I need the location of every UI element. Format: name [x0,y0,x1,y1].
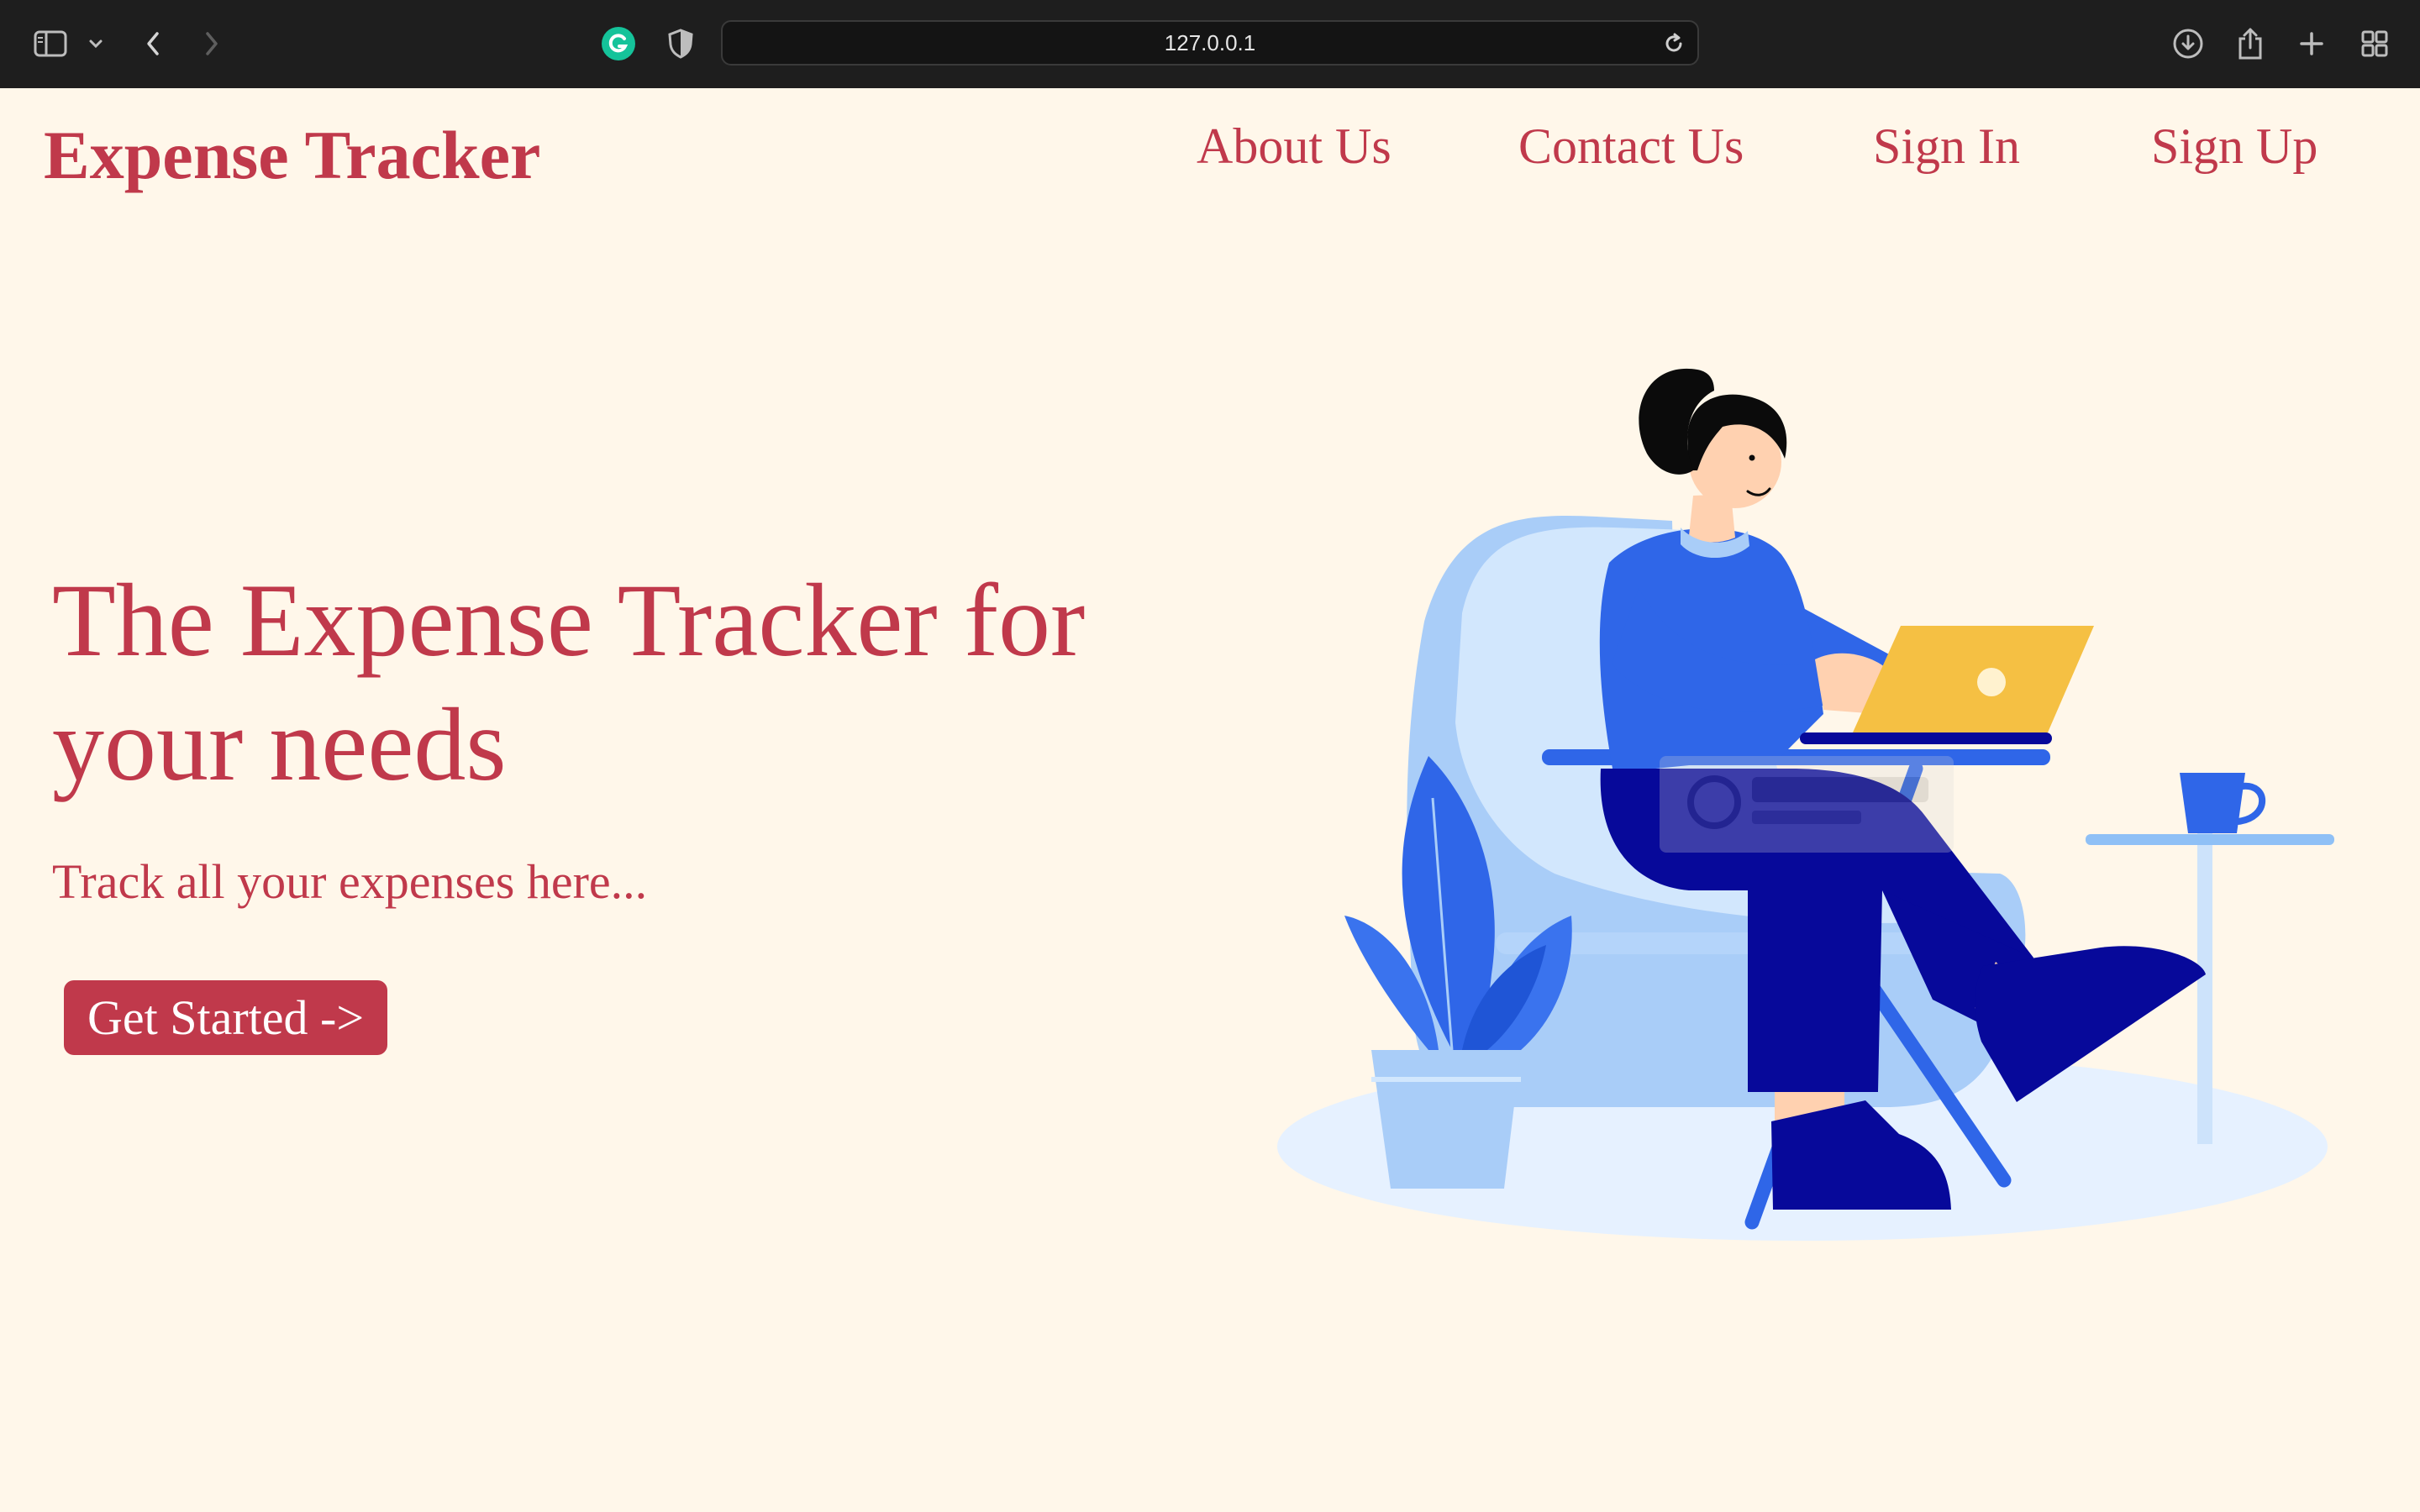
share-icon[interactable] [2227,20,2274,67]
nav-about-us[interactable]: About Us [1197,118,1392,176]
woman-with-laptop-illustration [1277,368,2334,1241]
address-bar[interactable]: 127.0.0.1 [721,20,1699,66]
sidebar-icon[interactable] [27,20,74,67]
new-tab-icon[interactable] [2288,20,2335,67]
nav-sign-up[interactable]: Sign Up [2151,118,2317,176]
grammarly-icon[interactable] [595,20,642,67]
chevron-down-icon[interactable] [72,20,119,67]
browser-toolbar: 127.0.0.1 [0,0,2420,88]
nav-sign-in[interactable]: Sign In [1873,118,2020,176]
reload-icon[interactable] [1657,27,1691,60]
tab-overview-icon[interactable] [2351,20,2398,67]
hero-subtitle: Track all your expenses here... [52,854,648,909]
hero-title: The Expense Tracker for your needs [52,563,1086,802]
url-text: 127.0.0.1 [1164,30,1256,55]
forward-icon[interactable] [188,20,235,67]
main-nav: About Us Contact Us Sign In Sign Up [0,118,2420,185]
shield-icon[interactable] [657,20,704,67]
get-started-button[interactable]: Get Started -> [64,980,387,1055]
download-icon[interactable] [2165,20,2212,67]
nav-contact-us[interactable]: Contact Us [1518,118,1744,176]
coffee-cup-icon [2180,773,2266,833]
watermark [1660,756,1954,853]
back-icon[interactable] [129,20,176,67]
